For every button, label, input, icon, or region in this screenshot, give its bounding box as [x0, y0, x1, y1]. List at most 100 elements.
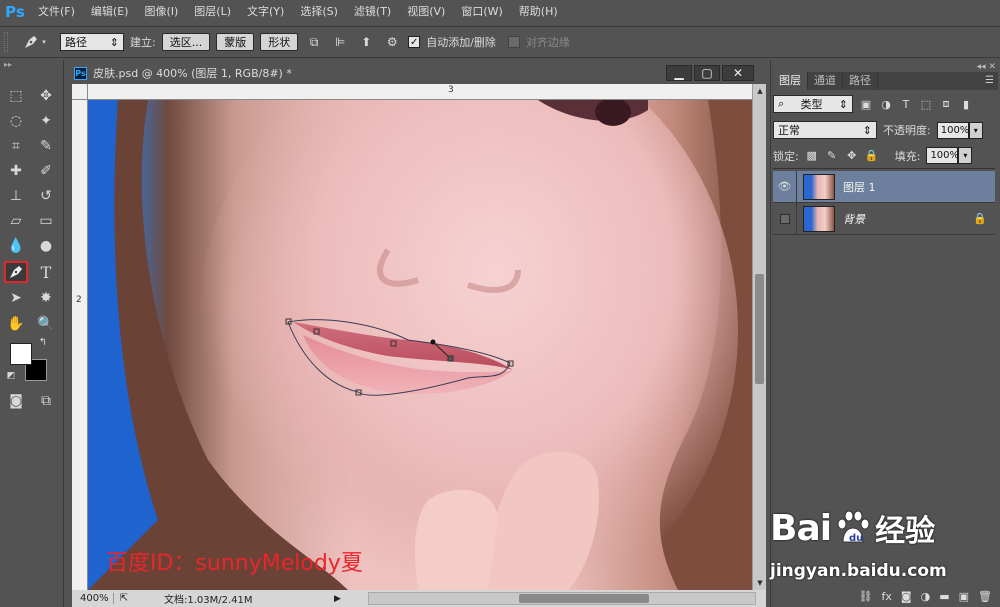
move-tool-icon[interactable]: ✥: [34, 85, 58, 107]
path-arrangement-icon[interactable]: ⬆: [356, 32, 376, 52]
path-selection-tool-icon[interactable]: ➤: [4, 287, 28, 309]
dodge-tool-icon[interactable]: ●: [34, 235, 58, 257]
filter-toggle-icon[interactable]: ▮: [959, 97, 973, 111]
history-brush-tool-icon[interactable]: ↺: [34, 185, 58, 207]
link-layers-icon[interactable]: ⛓: [859, 590, 873, 603]
eyedropper-tool-icon[interactable]: ✎: [34, 135, 58, 157]
align-edges-checkbox[interactable]: [507, 36, 520, 48]
filter-adjustment-icon[interactable]: ◑: [879, 97, 893, 111]
fill-dropdown-icon[interactable]: ▾: [958, 147, 973, 164]
lock-transparent-icon[interactable]: ▩: [805, 149, 819, 163]
tab-layers[interactable]: 图层: [773, 72, 808, 90]
lock-position-icon[interactable]: ✥: [845, 149, 859, 163]
vertical-ruler[interactable]: 2: [72, 100, 88, 590]
opacity-input[interactable]: 100%: [936, 121, 969, 139]
menu-image[interactable]: 图像(I): [136, 0, 186, 24]
options-grip[interactable]: [4, 32, 8, 52]
scroll-down-arrow-icon[interactable]: ▼: [755, 578, 765, 588]
crop-tool-icon[interactable]: ⌗: [4, 135, 28, 157]
tab-channels[interactable]: 通道: [808, 72, 843, 90]
delete-layer-icon[interactable]: 🗑: [978, 590, 992, 603]
filter-pixel-icon[interactable]: ▣: [859, 97, 873, 111]
add-mask-icon[interactable]: ◙: [901, 590, 912, 603]
filter-shape-icon[interactable]: ⬚: [919, 97, 933, 111]
menu-edit[interactable]: 编辑(E): [83, 0, 137, 24]
quick-mask-icon[interactable]: ◙: [4, 390, 28, 412]
gradient-tool-icon[interactable]: ▭: [34, 210, 58, 232]
blur-tool-icon[interactable]: 💧: [4, 235, 28, 257]
path-alignment-icon[interactable]: ⊫: [330, 32, 350, 52]
zoom-level[interactable]: 400%: [72, 593, 114, 604]
make-shape-button[interactable]: 形状: [260, 33, 299, 51]
filter-smart-object-icon[interactable]: ⧈: [939, 97, 953, 111]
make-mask-button[interactable]: 蒙版: [216, 33, 255, 51]
horizontal-scrollbar[interactable]: [368, 592, 756, 605]
document-tab[interactable]: Ps 皮肤.psd @ 400% (图层 1, RGB/8#) * ▁ ▢ ✕: [68, 62, 762, 84]
minimize-button[interactable]: ▁: [666, 65, 692, 81]
menu-filter[interactable]: 滤镜(T): [346, 0, 399, 24]
opacity-dropdown-icon[interactable]: ▾: [968, 121, 983, 139]
make-selection-button[interactable]: 选区...: [161, 33, 211, 51]
vertical-scrollbar[interactable]: ▲ ▼: [752, 84, 766, 590]
healing-brush-tool-icon[interactable]: ✚: [4, 160, 28, 182]
foreground-color-swatch[interactable]: [10, 343, 32, 365]
layer-filter-select[interactable]: ⌕ 类型 ⇕: [773, 95, 853, 113]
eye-icon[interactable]: 👁: [773, 170, 797, 203]
magic-wand-tool-icon[interactable]: ✦: [34, 110, 58, 132]
pen-tool-preset-icon[interactable]: ▾: [14, 31, 54, 53]
export-icon[interactable]: ⇱: [114, 593, 134, 604]
menu-type[interactable]: 文字(Y): [239, 0, 292, 24]
path-mode-select[interactable]: 路径 ⇕: [60, 33, 124, 51]
layer-row[interactable]: 背景 🔒: [773, 202, 995, 235]
pen-tool-icon[interactable]: [4, 261, 28, 283]
tab-paths[interactable]: 路径: [843, 72, 878, 90]
menu-window[interactable]: 窗口(W): [453, 0, 510, 24]
menu-view[interactable]: 视图(V): [399, 0, 453, 24]
vertical-scroll-thumb[interactable]: [755, 274, 764, 384]
menu-help[interactable]: 帮助(H): [511, 0, 566, 24]
new-layer-icon[interactable]: ▣: [959, 590, 969, 603]
ruler-origin[interactable]: [72, 84, 88, 100]
screen-mode-icon[interactable]: ⧉: [34, 390, 58, 412]
status-menu-arrow-icon[interactable]: ▶: [334, 594, 348, 604]
panel-menu-icon[interactable]: ☰: [985, 75, 994, 86]
toolbar-collapse-icon[interactable]: ▸▸: [0, 60, 63, 70]
lock-all-icon[interactable]: 🔒: [865, 149, 879, 163]
type-tool-icon[interactable]: T: [34, 261, 58, 283]
new-group-icon[interactable]: ▬: [939, 590, 949, 603]
gear-icon[interactable]: ⚙: [382, 32, 402, 52]
hand-tool-icon[interactable]: ✋: [4, 313, 28, 335]
default-colors-icon[interactable]: ◩: [4, 370, 18, 382]
panel-collapse-icon[interactable]: ◂◂ ✕: [977, 62, 996, 72]
marquee-tool-icon[interactable]: ⬚: [4, 85, 28, 107]
layer-style-icon[interactable]: fx: [882, 590, 892, 603]
menu-select[interactable]: 选择(S): [292, 0, 346, 24]
visibility-toggle[interactable]: [773, 202, 797, 235]
lock-pixels-icon[interactable]: ✎: [825, 149, 839, 163]
path-operations-icon[interactable]: ⧉: [304, 32, 324, 52]
menu-layer[interactable]: 图层(L): [186, 0, 239, 24]
maximize-button[interactable]: ▢: [694, 65, 720, 81]
blend-mode-select[interactable]: 正常 ⇕: [773, 121, 877, 139]
horizontal-scroll-thumb[interactable]: [519, 594, 649, 603]
adjustment-layer-icon[interactable]: ◑: [921, 590, 931, 603]
menu-file[interactable]: 文件(F): [30, 0, 83, 24]
scroll-up-arrow-icon[interactable]: ▲: [755, 86, 765, 96]
swap-colors-icon[interactable]: ↰: [36, 336, 50, 348]
layer-name[interactable]: 图层 1: [843, 179, 876, 195]
lasso-tool-icon[interactable]: ◌: [4, 110, 28, 132]
document-canvas[interactable]: 百度ID：sunnyMelody夏: [88, 100, 752, 590]
auto-add-delete-checkbox[interactable]: ✓: [408, 36, 421, 48]
brush-tool-icon[interactable]: ✐: [34, 160, 58, 182]
layer-row[interactable]: 👁 图层 1: [773, 170, 995, 203]
custom-shape-tool-icon[interactable]: ✸: [34, 287, 58, 309]
zoom-tool-icon[interactable]: 🔍: [34, 313, 58, 335]
eraser-tool-icon[interactable]: ▱: [4, 210, 28, 232]
horizontal-ruler[interactable]: 3: [88, 84, 752, 100]
fill-input[interactable]: 100%: [926, 147, 959, 164]
chevron-updown-icon: ⇕: [862, 123, 872, 137]
layer-name[interactable]: 背景: [843, 211, 865, 227]
close-button[interactable]: ✕: [722, 65, 754, 81]
clone-stamp-tool-icon[interactable]: ⊥: [4, 185, 28, 207]
filter-type-icon[interactable]: T: [899, 97, 913, 111]
